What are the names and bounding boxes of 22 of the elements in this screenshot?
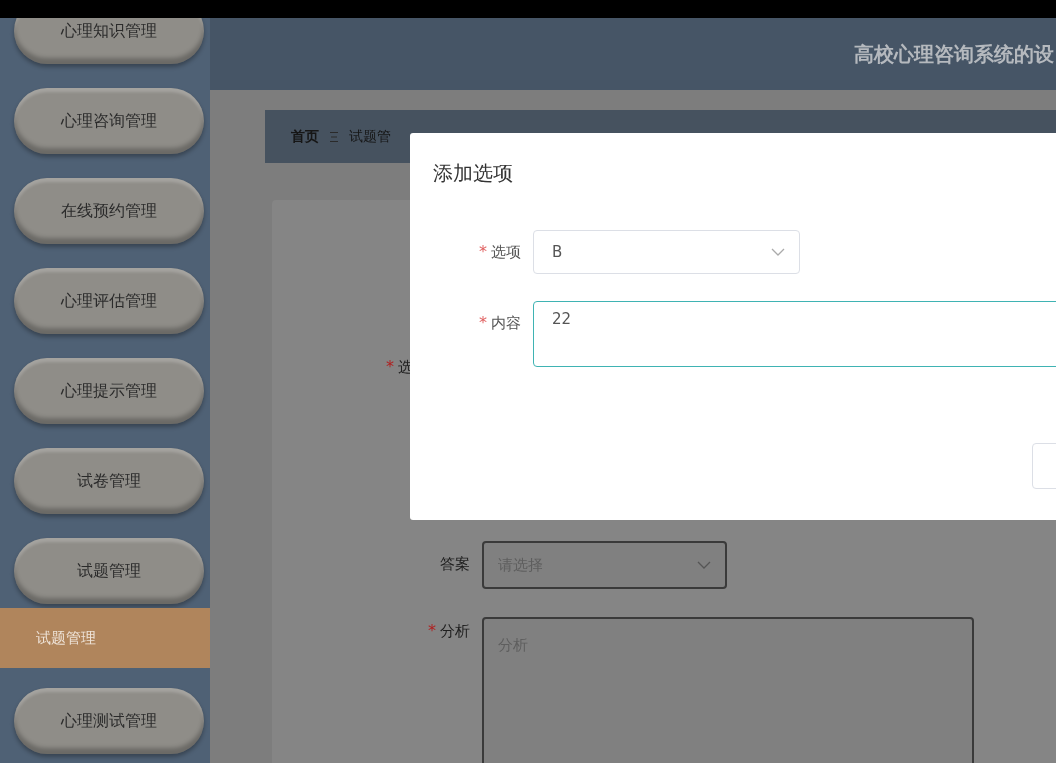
breadcrumb-item[interactable]: 试题管 bbox=[349, 127, 391, 146]
sidebar-menu-item[interactable]: 心理测试管理 bbox=[14, 688, 204, 754]
sidebar-menu-item[interactable]: 心理知识管理 bbox=[14, 18, 204, 64]
system-title: 高校心理咨询系统的设 bbox=[854, 40, 1054, 68]
dialog-title: 添加选项 bbox=[433, 160, 514, 187]
field-label: * 内容 bbox=[478, 312, 522, 334]
separator-icon bbox=[329, 130, 339, 143]
sidebar-menu-item[interactable]: 心理咨询管理 bbox=[14, 88, 204, 154]
field-label: 答案 bbox=[439, 554, 471, 575]
field-label: * 选项 bbox=[478, 241, 522, 263]
sidebar-menu-item[interactable]: 在线预约管理 bbox=[14, 178, 204, 244]
breadcrumb-item[interactable]: 首页 bbox=[291, 127, 319, 146]
sidebar-menu-item[interactable]: 试卷管理 bbox=[14, 448, 204, 514]
sidebar-menu-item[interactable]: 心理提示管理 bbox=[14, 358, 204, 424]
content-textarea[interactable]: 22 bbox=[533, 301, 1056, 367]
chevron-down-icon bbox=[697, 561, 711, 569]
sidebar-submenu-item[interactable]: 试题管理 bbox=[0, 608, 210, 668]
option-select[interactable]: B bbox=[533, 230, 800, 274]
sidebar-menu-item[interactable]: 心理评估管理 bbox=[14, 268, 204, 334]
chevron-down-icon bbox=[771, 248, 785, 256]
field-label: * 分析 bbox=[427, 620, 471, 642]
sidebar-menu-item[interactable]: 试题管理 bbox=[14, 538, 204, 604]
